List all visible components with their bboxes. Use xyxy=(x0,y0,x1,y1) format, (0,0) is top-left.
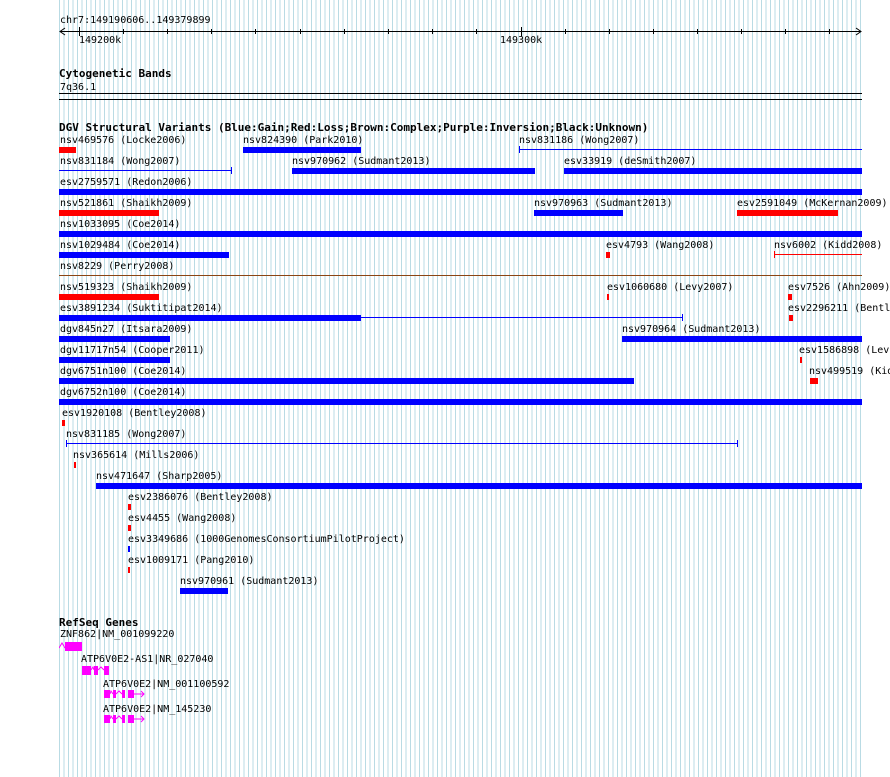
cytoband-line xyxy=(59,93,862,94)
variant-label[interactable]: nsv970962 (Sudmant2013) xyxy=(292,156,430,167)
variant-label[interactable]: esv1009171 (Pang2010) xyxy=(128,555,254,566)
variant-feature[interactable] xyxy=(59,399,862,405)
refseq-track-title: RefSeq Genes xyxy=(59,616,139,629)
variant-feature[interactable] xyxy=(59,315,361,321)
variant-label[interactable]: esv3891234 (Suktitipat2014) xyxy=(60,303,223,314)
variant-label[interactable]: esv2759571 (Redon2006) xyxy=(60,177,192,188)
variant-feature[interactable] xyxy=(607,294,609,300)
variant-label[interactable]: esv4455 (Wang2008) xyxy=(128,513,236,524)
variant-feature[interactable] xyxy=(789,315,793,321)
variant-feature[interactable] xyxy=(788,294,792,300)
variant-feature[interactable] xyxy=(96,483,862,489)
variant-feature[interactable] xyxy=(74,462,76,468)
variant-label[interactable]: dgv6751n100 (Coe2014) xyxy=(60,366,186,377)
variant-label[interactable]: esv3349686 (1000GenomesConsortiumPilotPr… xyxy=(128,534,405,545)
variant-endpoint xyxy=(682,314,683,321)
ruler-tick-label: 149200k xyxy=(79,35,122,46)
ruler-tick-label: 149300k xyxy=(500,35,543,46)
variant-feature[interactable] xyxy=(59,275,862,276)
ruler[interactable] xyxy=(0,0,890,50)
track-divider xyxy=(59,99,862,100)
variant-feature[interactable] xyxy=(59,189,862,195)
variant-label[interactable]: nsv365614 (Mills2006) xyxy=(73,450,199,461)
variant-feature[interactable] xyxy=(59,357,170,363)
variant-label[interactable]: nsv499519 (Kid xyxy=(809,366,890,377)
variant-feature[interactable] xyxy=(810,378,818,384)
variant-feature[interactable] xyxy=(564,168,862,174)
variant-label[interactable]: nsv1029484 (Coe2014) xyxy=(60,240,180,251)
variant-feature[interactable] xyxy=(128,546,130,552)
variant-label[interactable]: esv2591049 (McKernan2009) xyxy=(737,198,888,209)
gene-model-znf862[interactable] xyxy=(59,640,89,654)
variant-feature[interactable] xyxy=(59,336,170,342)
cytoband-label[interactable]: 7q36.1 xyxy=(60,82,96,93)
variant-label[interactable]: nsv970963 (Sudmant2013) xyxy=(534,198,672,209)
variant-label[interactable]: esv1920108 (Bentley2008) xyxy=(62,408,207,419)
gene-label[interactable]: ZNF862|NM_001099220 xyxy=(60,629,174,640)
variant-label[interactable]: esv33919 (deSmith2007) xyxy=(564,156,696,167)
variant-label[interactable]: nsv970964 (Sudmant2013) xyxy=(622,324,760,335)
gene-model-atp6v0e2-nm145230[interactable] xyxy=(102,714,150,728)
genome-browser: chr7:149190606..149379899 149200k 149300… xyxy=(0,0,890,777)
variant-label[interactable]: dgv6752n100 (Coe2014) xyxy=(60,387,186,398)
variant-feature[interactable] xyxy=(128,525,131,531)
variant-feature[interactable] xyxy=(59,252,229,258)
variant-label[interactable]: esv7526 (Ahn2009) xyxy=(788,282,890,293)
variant-feature[interactable] xyxy=(243,147,361,153)
variant-feature[interactable] xyxy=(62,420,65,426)
variant-label[interactable]: nsv824390 (Park2010) xyxy=(243,135,363,146)
variant-label[interactable]: nsv6002 (Kidd2008) xyxy=(774,240,882,251)
variant-label[interactable]: dgv11717n54 (Cooper2011) xyxy=(60,345,205,356)
variant-feature[interactable] xyxy=(606,252,610,258)
variant-feature[interactable] xyxy=(128,504,131,510)
variant-endpoint xyxy=(66,440,67,447)
variant-feature[interactable] xyxy=(292,168,535,174)
gene-model-atp6v0e2-nm001100592[interactable] xyxy=(102,689,150,703)
variant-feature[interactable] xyxy=(519,149,862,150)
gene-model-atp6v0e2-as1[interactable] xyxy=(80,665,114,679)
variant-feature[interactable] xyxy=(622,336,862,342)
variant-endpoint xyxy=(231,167,232,174)
variant-label[interactable]: esv2296211 (Bentl xyxy=(788,303,890,314)
variant-label[interactable]: nsv471647 (Sharp2005) xyxy=(96,471,222,482)
variant-feature[interactable] xyxy=(128,567,130,573)
variant-feature[interactable] xyxy=(59,294,159,300)
variant-feature[interactable] xyxy=(59,231,862,237)
variant-label[interactable]: esv2386076 (Bentley2008) xyxy=(128,492,273,503)
variant-label[interactable]: nsv831185 (Wong2007) xyxy=(66,429,186,440)
variant-label[interactable]: nsv8229 (Perry2008) xyxy=(60,261,174,272)
variant-feature[interactable] xyxy=(59,147,76,153)
variant-feature[interactable] xyxy=(737,210,838,216)
variant-label[interactable]: nsv970961 (Sudmant2013) xyxy=(180,576,318,587)
variant-feature[interactable] xyxy=(774,254,862,255)
variant-endpoint xyxy=(737,440,738,447)
variant-label[interactable]: dgv845n27 (Itsara2009) xyxy=(60,324,192,335)
variant-endpoint xyxy=(519,146,520,153)
variant-label[interactable]: esv1060680 (Levy2007) xyxy=(607,282,733,293)
variant-feature[interactable] xyxy=(59,170,232,171)
variant-label[interactable]: nsv521861 (Shaikh2009) xyxy=(60,198,192,209)
variant-label[interactable]: nsv831184 (Wong2007) xyxy=(60,156,180,167)
variant-label[interactable]: nsv519323 (Shaikh2009) xyxy=(60,282,192,293)
gene-label[interactable]: ATP6V0E2-AS1|NR_027040 xyxy=(81,654,213,665)
variant-label[interactable]: nsv469576 (Locke2006) xyxy=(60,135,186,146)
variant-label[interactable]: nsv1033095 (Coe2014) xyxy=(60,219,180,230)
variant-feature[interactable] xyxy=(534,210,623,216)
variant-feature[interactable] xyxy=(800,357,802,363)
variant-feature-extension xyxy=(361,317,683,318)
variant-label[interactable]: esv4793 (Wang2008) xyxy=(606,240,714,251)
variant-label[interactable]: esv1586898 (Lev xyxy=(799,345,889,356)
variant-feature[interactable] xyxy=(180,588,228,594)
variant-endpoint xyxy=(774,251,775,258)
cytoband-track-title: Cytogenetic Bands xyxy=(59,67,172,80)
variant-feature[interactable] xyxy=(59,210,159,216)
dgv-track-title: DGV Structural Variants (Blue:Gain;Red:L… xyxy=(59,121,649,134)
variant-feature[interactable] xyxy=(59,378,634,384)
variant-feature[interactable] xyxy=(66,443,738,444)
variant-label[interactable]: nsv831186 (Wong2007) xyxy=(519,135,639,146)
